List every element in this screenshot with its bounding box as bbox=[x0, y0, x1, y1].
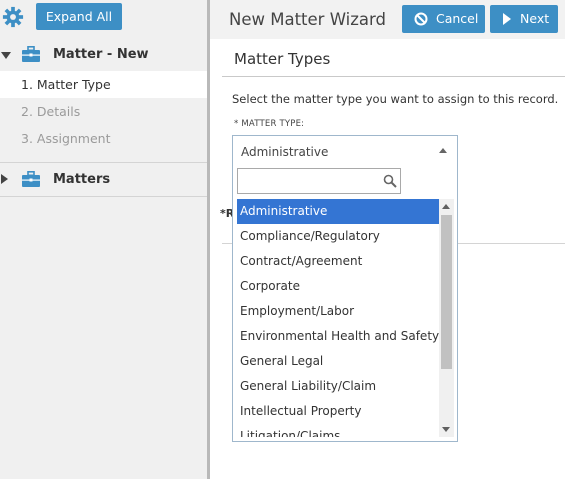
tree-group-label: Matters bbox=[53, 172, 111, 187]
briefcase-icon bbox=[22, 46, 40, 62]
option-contract-agreement[interactable]: Contract/Agreement bbox=[237, 249, 439, 274]
tree-group-label: Matter - New bbox=[53, 47, 149, 62]
chevron-up-icon[interactable] bbox=[439, 148, 447, 153]
scroll-up-arrow-icon[interactable] bbox=[442, 204, 450, 209]
tree-group-matter-new[interactable]: Matter - New bbox=[0, 38, 207, 72]
briefcase-icon bbox=[22, 171, 40, 187]
step-assignment: 3. Assignment bbox=[21, 131, 111, 146]
option-employment-labor[interactable]: Employment/Labor bbox=[237, 299, 439, 324]
option-environmental-health-safety[interactable]: Environmental Health and Safety bbox=[237, 324, 439, 349]
tree-group-matters[interactable]: Matters bbox=[0, 163, 207, 197]
option-general-legal[interactable]: General Legal bbox=[237, 349, 439, 374]
step-details: 2. Details bbox=[21, 104, 81, 119]
section-title: Matter Types bbox=[234, 50, 331, 68]
option-general-liability-claim[interactable]: General Liability/Claim bbox=[237, 374, 439, 399]
matter-type-select[interactable]: Administrative bbox=[232, 135, 458, 167]
cancel-button[interactable]: Cancel bbox=[402, 5, 485, 33]
cancel-icon bbox=[414, 12, 428, 26]
option-administrative[interactable]: Administrative bbox=[237, 199, 439, 224]
option-compliance-regulatory[interactable]: Compliance/Regulatory bbox=[237, 224, 439, 249]
wizard-header: New Matter Wizard Cancel Next bbox=[210, 0, 565, 39]
scroll-down-arrow-icon[interactable] bbox=[442, 427, 450, 432]
cancel-label: Cancel bbox=[436, 11, 479, 26]
next-label: Next bbox=[520, 11, 550, 26]
gear-icon[interactable] bbox=[2, 6, 24, 28]
collapse-arrow-icon[interactable] bbox=[1, 174, 8, 184]
main-panel: New Matter Wizard Cancel Next Matter Typ… bbox=[210, 0, 565, 479]
instruction-text: Select the matter type you want to assig… bbox=[232, 92, 559, 106]
expand-all-button[interactable]: Expand All bbox=[36, 3, 122, 30]
page-title: New Matter Wizard bbox=[229, 10, 386, 29]
matter-type-dropdown: Administrative Compliance/Regulatory Con… bbox=[232, 166, 458, 442]
option-corporate[interactable]: Corporate bbox=[237, 274, 439, 299]
search-icon bbox=[383, 174, 397, 188]
matter-type-label: * MATTER TYPE: bbox=[234, 119, 305, 129]
dropdown-scrollbar[interactable] bbox=[439, 199, 454, 437]
next-button[interactable]: Next bbox=[490, 5, 558, 33]
selected-value: Administrative bbox=[241, 145, 329, 159]
divider bbox=[222, 76, 565, 77]
dropdown-search-input[interactable] bbox=[237, 168, 401, 194]
option-litigation-claims[interactable]: Litigation/Claims bbox=[237, 424, 439, 437]
expand-arrow-icon[interactable] bbox=[1, 52, 11, 59]
step-matter-type[interactable]: 1. Matter Type bbox=[0, 71, 207, 98]
sidebar: Expand All Matter - New 1. Matter Type 2… bbox=[0, 0, 207, 479]
options-list: Administrative Compliance/Regulatory Con… bbox=[237, 199, 439, 437]
sidebar-toolbar: Expand All bbox=[0, 0, 207, 37]
scrollbar-thumb[interactable] bbox=[441, 215, 452, 369]
option-intellectual-property[interactable]: Intellectual Property bbox=[237, 399, 439, 424]
play-icon bbox=[503, 13, 511, 25]
